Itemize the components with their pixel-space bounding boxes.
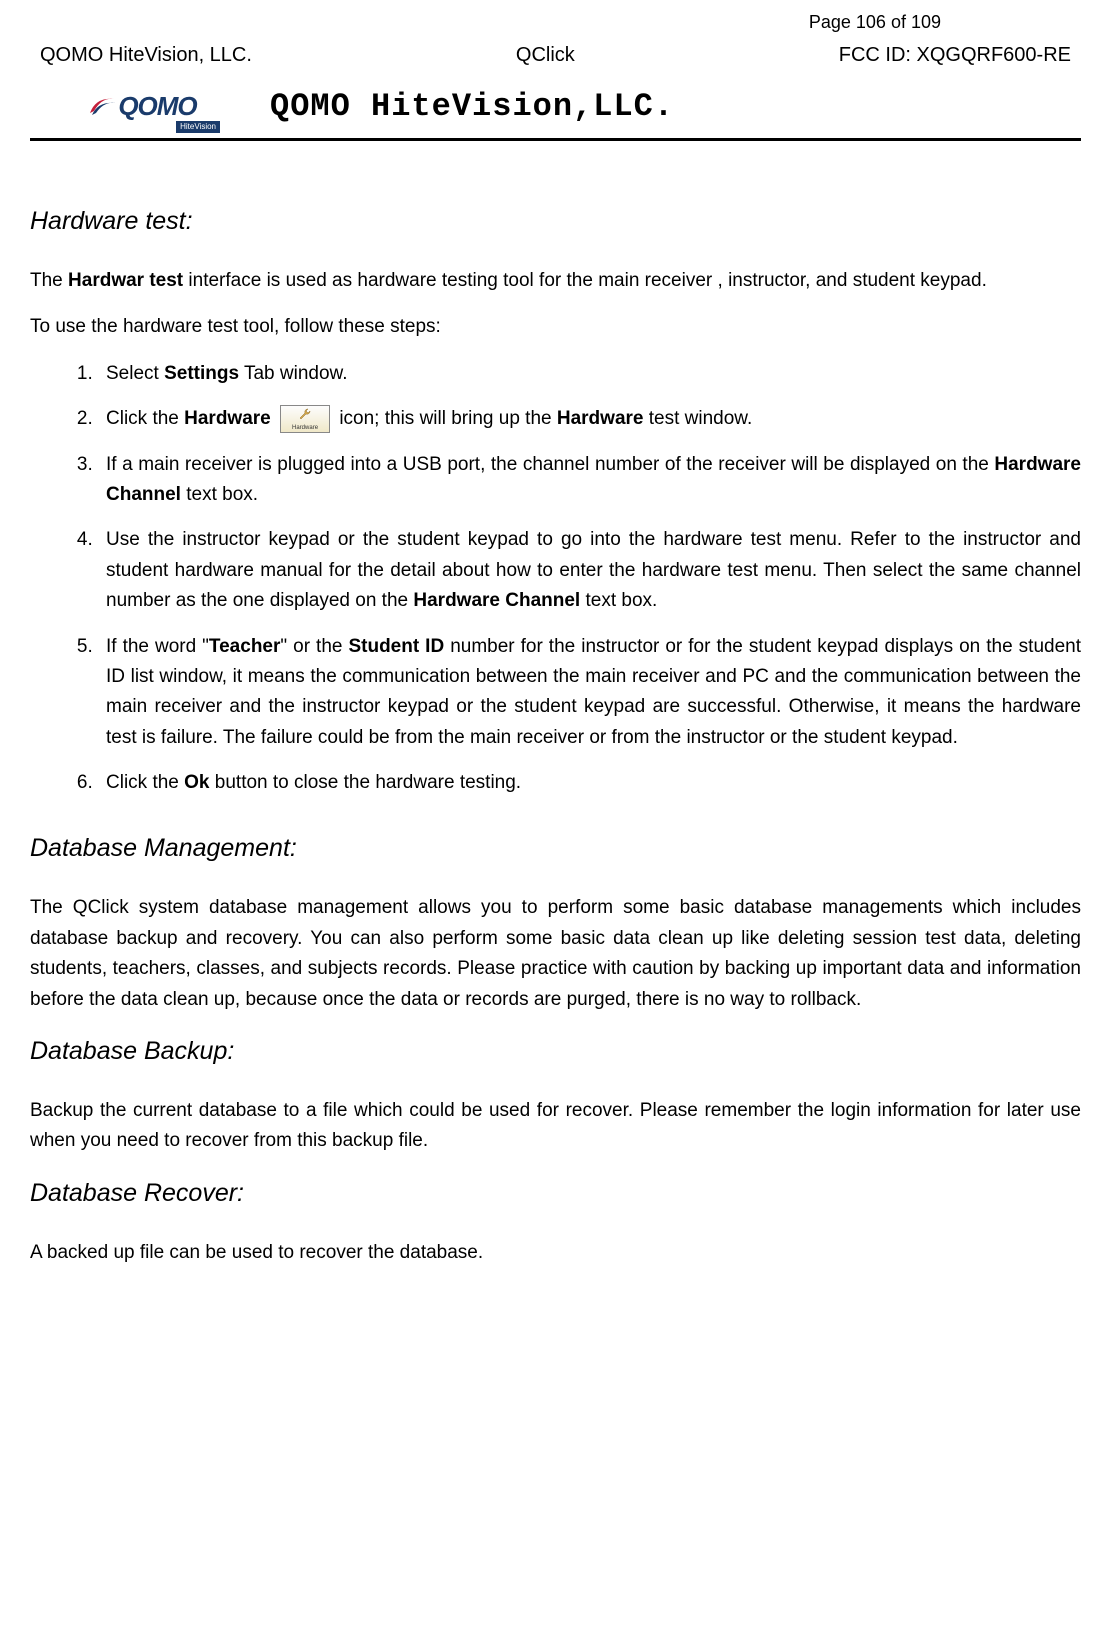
- hardware-test-intro: The Hardwar test interface is used as ha…: [30, 266, 1081, 296]
- logo-subtext: HiteVision: [176, 121, 220, 134]
- database-recover-body: A backed up file can be used to recover …: [30, 1238, 1081, 1268]
- page-number: Page 106 of 109: [30, 8, 1081, 37]
- header-fcc-id: FCC ID: XQGQRF600-RE: [839, 39, 1071, 71]
- text-bold: Settings: [164, 363, 239, 384]
- text-fragment: text box.: [181, 484, 258, 505]
- text-fragment: Click the: [106, 772, 184, 793]
- text-fragment: " or the: [280, 636, 348, 657]
- company-title: QOMO HiteVision,LLC.: [270, 81, 674, 132]
- text-bold: Ok: [184, 772, 209, 793]
- text-fragment: test window.: [643, 408, 752, 429]
- header-product: QClick: [516, 39, 575, 71]
- logo-row: QOMO HiteVision QOMO HiteVision,LLC.: [30, 81, 1081, 132]
- text-fragment: Tab window.: [239, 363, 347, 384]
- steps-lead: To use the hardware test tool, follow th…: [30, 312, 1081, 342]
- text-bold: Hardware: [184, 408, 271, 429]
- swoosh-icon: [88, 91, 118, 121]
- wrench-icon: [298, 407, 312, 421]
- text-fragment: If the word ": [106, 636, 209, 657]
- list-item: Select Settings Tab window.: [98, 359, 1081, 389]
- text-fragment: text box.: [580, 590, 657, 611]
- database-recover-heading: Database Recover:: [30, 1173, 1081, 1213]
- header-company: QOMO HiteVision, LLC.: [40, 39, 252, 71]
- list-item: If a main receiver is plugged into a USB…: [98, 450, 1081, 511]
- qomo-logo: QOMO HiteVision: [60, 81, 225, 131]
- hardware-test-heading: Hardware test:: [30, 201, 1081, 241]
- text-fragment: Click the: [106, 408, 184, 429]
- hardware-icon: Hardware: [280, 405, 330, 433]
- database-management-heading: Database Management:: [30, 828, 1081, 868]
- text-fragment: button to close the hardware testing.: [210, 772, 522, 793]
- list-item: Click the Ok button to close the hardwar…: [98, 768, 1081, 798]
- header-divider: [30, 138, 1081, 141]
- database-backup-body: Backup the current database to a file wh…: [30, 1096, 1081, 1157]
- text-fragment: Select: [106, 363, 164, 384]
- header-info-row: QOMO HiteVision, LLC. QClick FCC ID: XQG…: [30, 39, 1081, 71]
- list-item: Use the instructor keypad or the student…: [98, 525, 1081, 616]
- text-bold: Teacher: [209, 636, 280, 657]
- text-bold: Hardware: [557, 408, 644, 429]
- database-management-body: The QClick system database management al…: [30, 893, 1081, 1015]
- steps-list: Select Settings Tab window. Click the Ha…: [30, 359, 1081, 799]
- database-backup-heading: Database Backup:: [30, 1031, 1081, 1071]
- text-fragment: interface is used as hardware testing to…: [183, 270, 987, 291]
- list-item: If the word "Teacher" or the Student ID …: [98, 632, 1081, 754]
- hardware-icon-label: Hardware: [281, 425, 329, 432]
- list-item: Click the Hardware Hardware icon; this w…: [98, 404, 1081, 434]
- text-fragment: If a main receiver is plugged into a USB…: [106, 454, 994, 475]
- text-fragment: The: [30, 270, 68, 291]
- text-bold: Student ID: [348, 636, 444, 657]
- text-bold: Hardwar test: [68, 270, 183, 291]
- text-bold: Hardware Channel: [413, 590, 580, 611]
- text-fragment: icon; this will bring up the: [339, 408, 557, 429]
